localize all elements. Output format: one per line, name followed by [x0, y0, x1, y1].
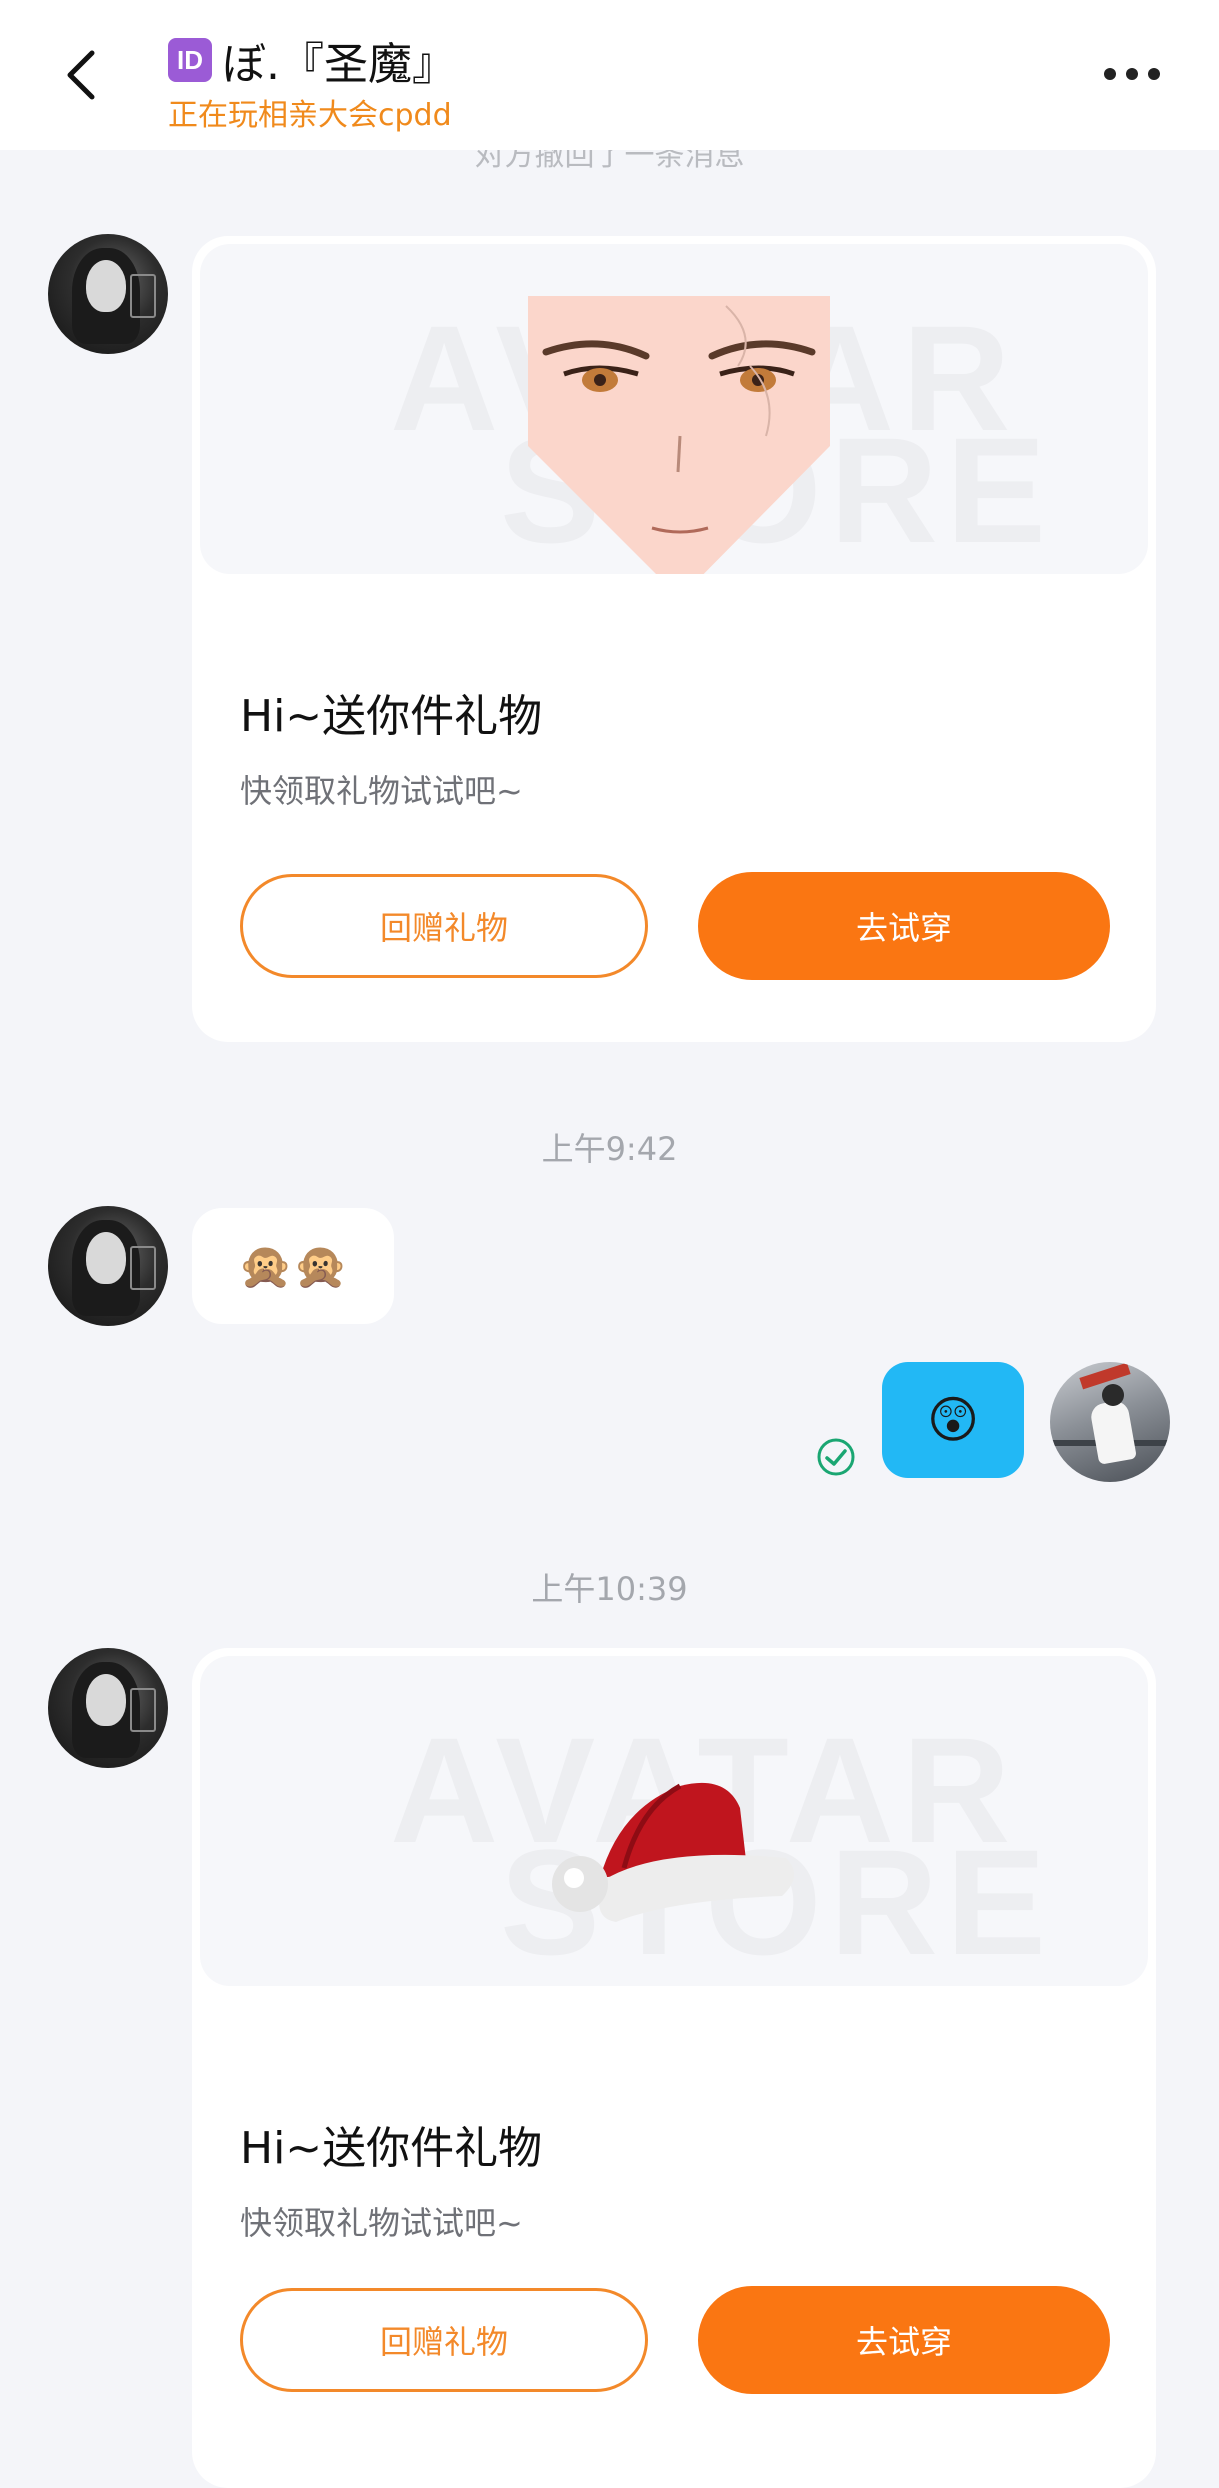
- more-dots-icon[interactable]: [1104, 68, 1160, 80]
- return-gift-button[interactable]: 回赠礼物: [240, 874, 648, 978]
- gift-title: Hi~送你件礼物: [240, 691, 543, 742]
- contact-title[interactable]: ID ぼ.『圣魔』: [168, 32, 456, 90]
- contact-avatar[interactable]: [48, 234, 168, 354]
- gift-card: AVATAR STORE Hi~送你件礼物 快领取礼物试试吧~ 回赠礼物 去试穿: [192, 236, 1156, 1042]
- timestamp: 上午10:39: [531, 1570, 688, 1608]
- return-gift-button[interactable]: 回赠礼物: [240, 2288, 648, 2392]
- contact-status: 正在玩相亲大会cpdd: [168, 98, 452, 133]
- try-on-button[interactable]: 去试穿: [698, 2286, 1110, 2394]
- santa-hat-icon: [552, 1782, 795, 1922]
- timestamp: 上午9:42: [541, 1130, 678, 1168]
- contact-avatar[interactable]: [48, 1648, 168, 1768]
- incoming-message-bubble[interactable]: 🙊🙊: [192, 1208, 394, 1324]
- gift-description: 快领取礼物试试吧~: [240, 2204, 523, 2242]
- contact-name: ぼ.『圣魔』: [222, 39, 456, 90]
- gift-image: AVATAR STORE: [200, 1656, 1148, 1986]
- gift-image: AVATAR STORE: [200, 244, 1148, 574]
- gift-description: 快领取礼物试试吧~: [240, 772, 523, 810]
- read-check-icon: [817, 1438, 855, 1476]
- gift-title: Hi~送你件礼物: [240, 2123, 543, 2174]
- contact-avatar[interactable]: [48, 1206, 168, 1326]
- chat-header: ID ぼ.『圣魔』 正在玩相亲大会cpdd: [0, 0, 1219, 150]
- outgoing-message-bubble[interactable]: 😲: [882, 1362, 1024, 1478]
- try-on-button[interactable]: 去试穿: [698, 872, 1110, 980]
- gift-card: AVATAR STORE Hi~送你件礼物 快领取礼物试试吧~ 回赠礼物 去试穿: [192, 1648, 1156, 2488]
- id-badge-icon: ID: [168, 38, 212, 82]
- my-avatar[interactable]: [1050, 1362, 1170, 1482]
- face-item-icon: [528, 296, 830, 574]
- chevron-left-icon[interactable]: [58, 45, 108, 105]
